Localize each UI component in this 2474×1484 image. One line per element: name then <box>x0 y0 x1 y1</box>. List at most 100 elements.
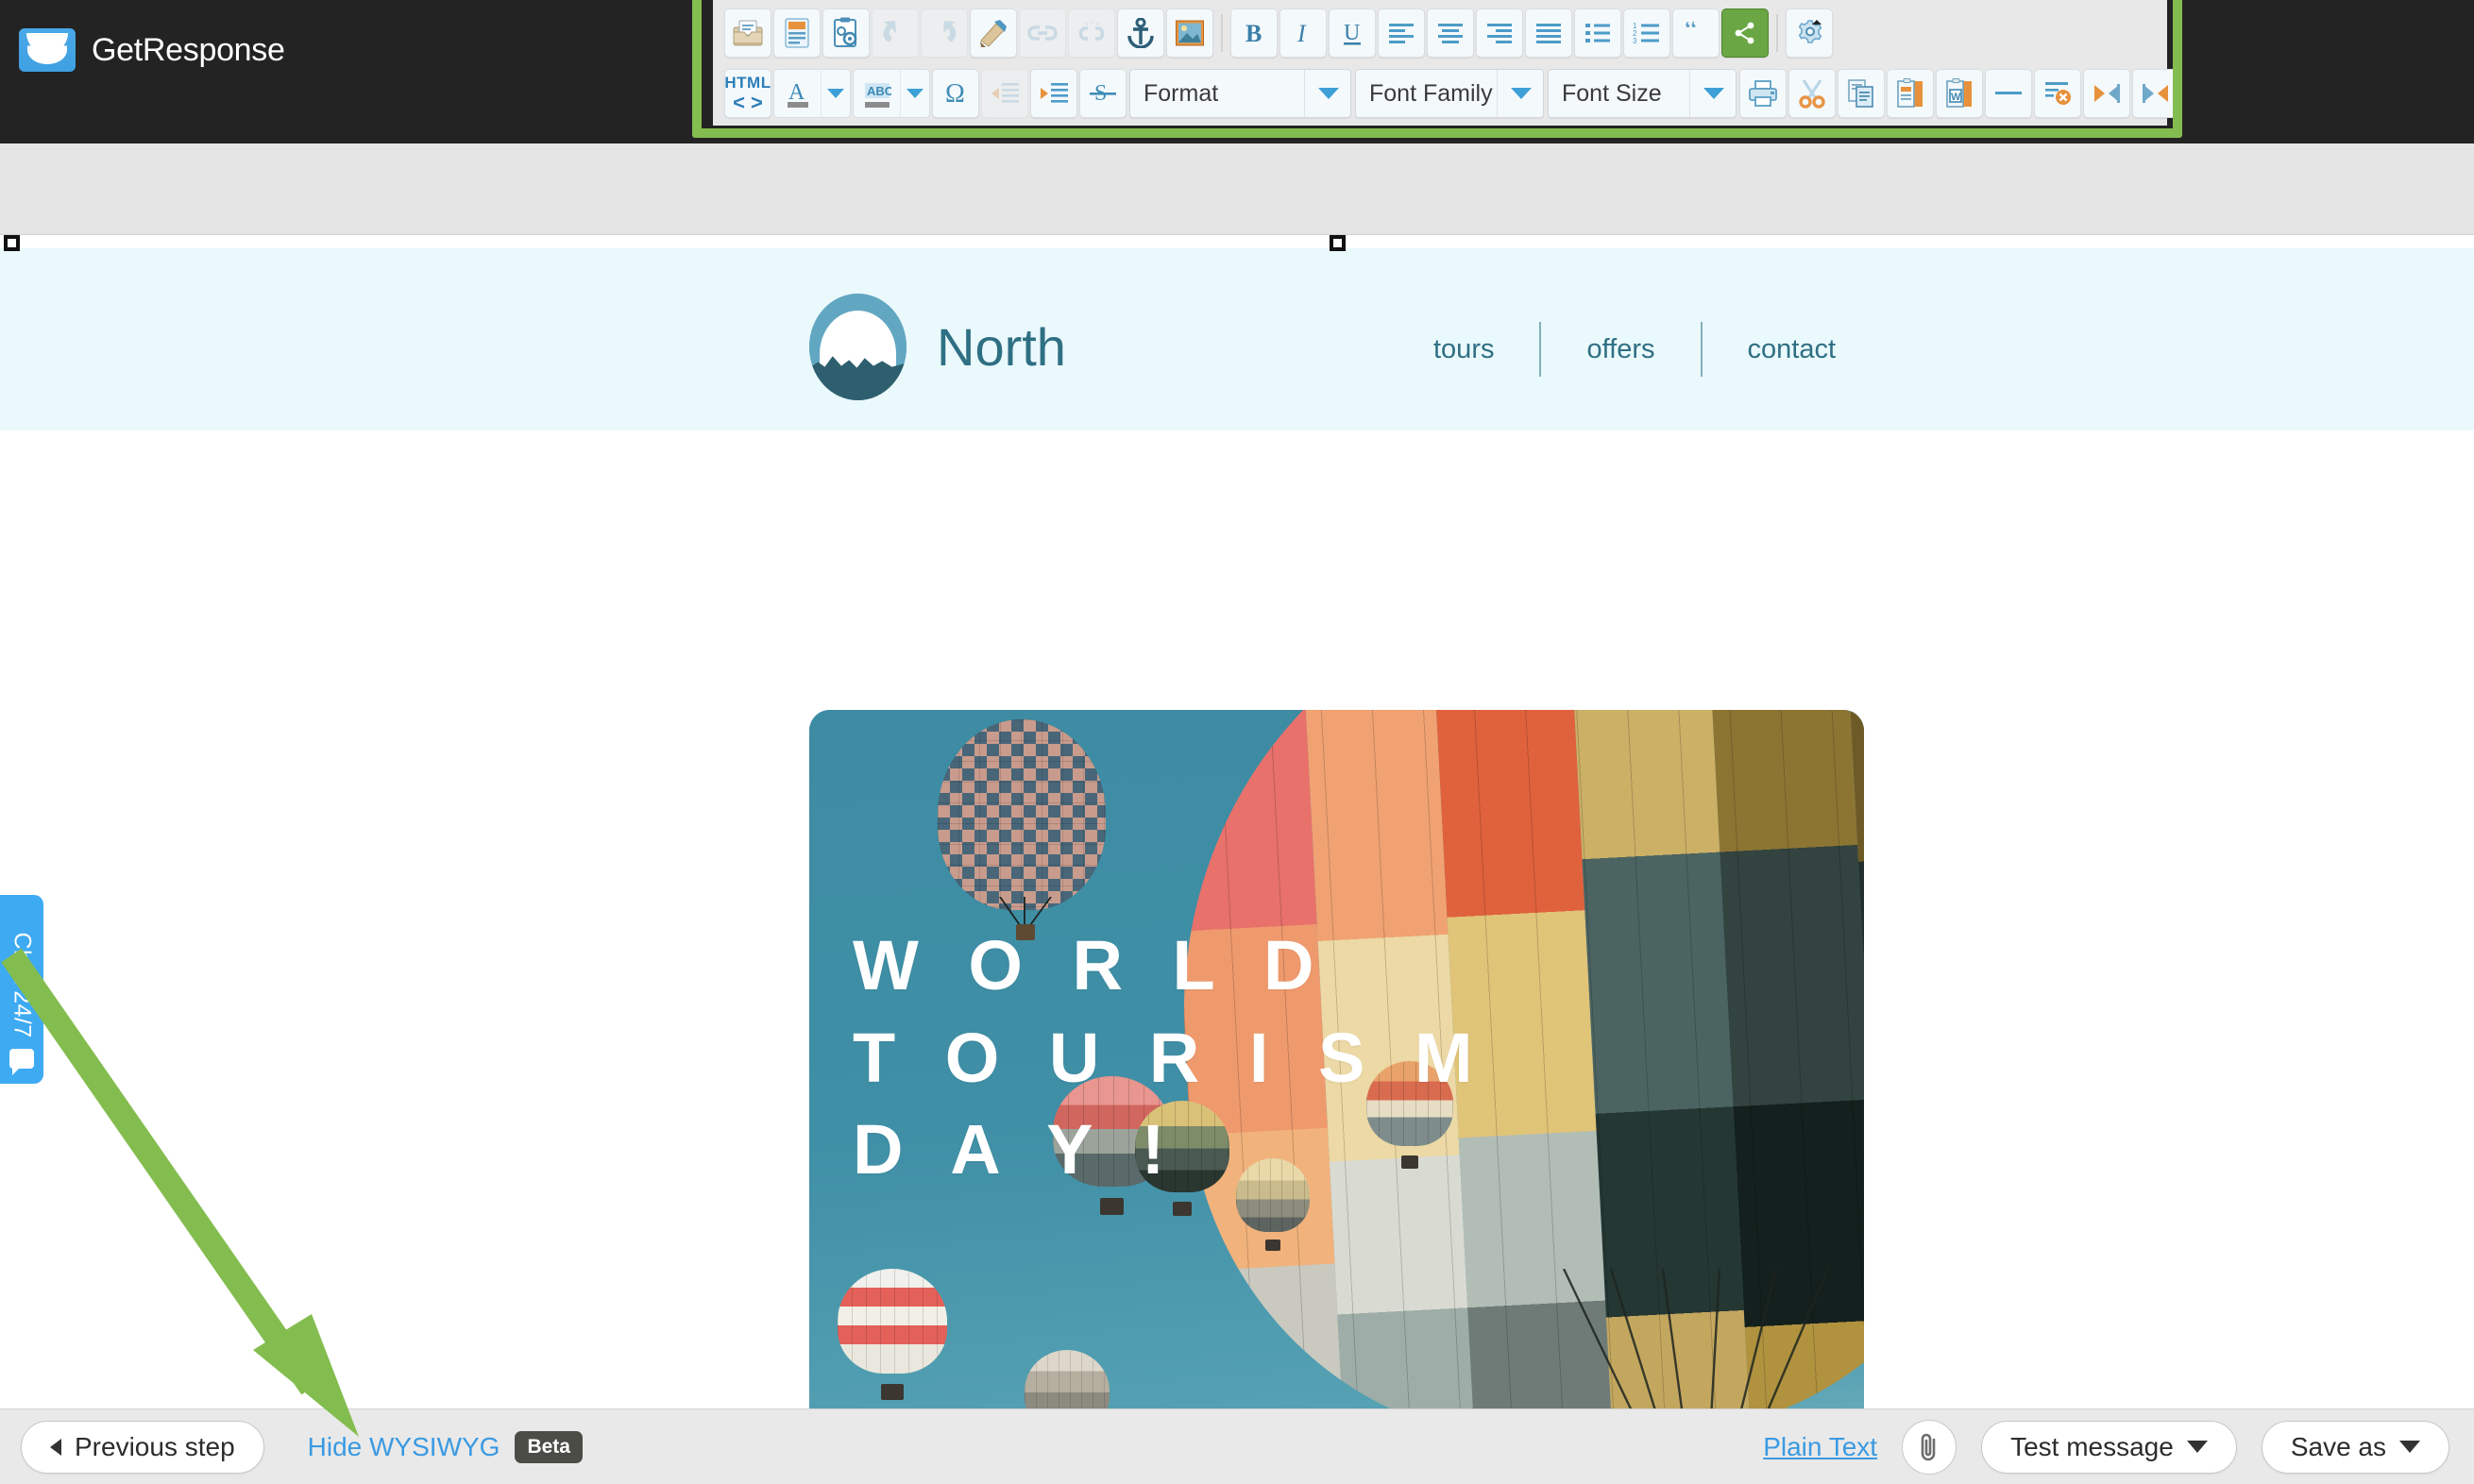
email-preview-canvas[interactable]: North tours offers contact <box>0 236 2474 1408</box>
hide-wysiwyg-link[interactable]: Hide WYSIWYG <box>308 1432 500 1462</box>
background-color-button[interactable]: ABC <box>853 69 930 118</box>
svg-text:A: A <box>788 80 805 105</box>
copy-icon[interactable] <box>1838 69 1885 118</box>
format-select[interactable]: Format <box>1129 69 1351 118</box>
remove-format-icon[interactable] <box>2034 69 2081 118</box>
toolbar-row-2: HTML < > A A <box>719 64 2161 123</box>
paste-icon[interactable] <box>1887 69 1934 118</box>
email-brand-title: North <box>937 316 1066 378</box>
toolbar-divider-2 <box>1776 14 1778 52</box>
font-family-select-arrow[interactable] <box>1497 70 1537 117</box>
format-select-value: Format <box>1144 80 1218 108</box>
chat-widget-tab[interactable]: Chat 24/7 <box>0 895 43 1084</box>
basket-1 <box>1100 1198 1124 1215</box>
plain-text-link[interactable]: Plain Text <box>1763 1432 1877 1462</box>
underline-button[interactable]: U <box>1329 8 1376 58</box>
redo-button[interactable] <box>921 8 968 58</box>
font-size-select-arrow[interactable] <box>1689 70 1730 117</box>
share-icon[interactable] <box>1721 8 1769 58</box>
font-family-select[interactable]: Font Family <box>1355 69 1544 118</box>
document-button[interactable] <box>773 8 821 58</box>
text-color-button[interactable]: A <box>773 69 851 118</box>
font-size-select[interactable]: Font Size <box>1548 69 1737 118</box>
align-right-icon[interactable] <box>1476 8 1523 58</box>
test-message-button[interactable]: Test message <box>1981 1421 2237 1474</box>
hero-line-3: D A Y ! <box>853 1104 1488 1196</box>
svg-text:Ω: Ω <box>945 79 965 109</box>
undo-button[interactable] <box>872 8 919 58</box>
nav-link-contact[interactable]: contact <box>1703 334 1882 365</box>
editor-grey-band <box>0 143 2474 235</box>
outdent-icon[interactable] <box>981 69 1028 118</box>
html-code-icon[interactable]: HTML < > <box>724 69 771 118</box>
strikethrough-icon[interactable]: S <box>1079 69 1127 118</box>
chat-bubble-icon <box>9 1049 34 1069</box>
font-size-select-value: Font Size <box>1562 80 1662 108</box>
svg-text:3: 3 <box>1633 37 1637 44</box>
text-direction-rtl-icon[interactable] <box>2132 69 2179 118</box>
templates-button[interactable] <box>724 8 771 58</box>
horizontal-rule-icon[interactable] <box>1985 69 2032 118</box>
bottom-action-bar: Previous step Hide WYSIWYG Beta Plain Te… <box>0 1408 2474 1484</box>
test-message-label: Test message <box>2010 1432 2174 1462</box>
background-color-dropdown[interactable] <box>900 69 930 118</box>
chevron-down-icon-save <box>2399 1441 2420 1453</box>
quote-icon[interactable]: “ <box>1672 8 1720 58</box>
paperclip-icon[interactable] <box>1902 1420 1957 1475</box>
italic-button[interactable]: I <box>1279 8 1327 58</box>
nav-link-tours[interactable]: tours <box>1388 334 1539 365</box>
selection-handle-top[interactable] <box>1330 235 1346 251</box>
nav-divider-1 <box>1539 322 1541 377</box>
hero-image[interactable]: W O R L D T O U R I S M D A Y ! <box>809 710 1864 1408</box>
previous-step-button[interactable]: Previous step <box>21 1421 264 1474</box>
svg-text:I: I <box>1296 20 1307 46</box>
svg-text:“: “ <box>1685 22 1697 44</box>
save-as-button[interactable]: Save as <box>2262 1421 2449 1474</box>
bulleted-list-icon[interactable] <box>1574 8 1621 58</box>
bold-button[interactable]: B <box>1230 8 1278 58</box>
indent-icon[interactable] <box>1030 69 1077 118</box>
paste-word-icon[interactable]: W <box>1936 69 1983 118</box>
document-props-button[interactable] <box>822 8 870 58</box>
anchor-icon[interactable] <box>1117 8 1164 58</box>
basket-4 <box>1265 1239 1280 1251</box>
editor-toolbar: B I U <box>713 0 2167 126</box>
brand-name: GetResponse <box>92 32 285 69</box>
email-header-block[interactable]: North tours offers contact <box>0 248 2474 430</box>
basket-2 <box>1173 1202 1192 1216</box>
text-direction-ltr-icon[interactable] <box>2083 69 2130 118</box>
balloon-checkered <box>938 719 1106 910</box>
beta-badge: Beta <box>515 1431 583 1463</box>
unlink-button[interactable] <box>1068 8 1115 58</box>
bottom-bar-right-group: Plain Text Test message Save as <box>1763 1420 2474 1475</box>
hide-wysiwyg-control[interactable]: Hide WYSIWYG Beta <box>308 1431 583 1463</box>
previous-step-label: Previous step <box>75 1432 235 1462</box>
email-brand: North <box>809 294 1066 400</box>
printer-icon[interactable] <box>1739 69 1787 118</box>
nav-link-offers[interactable]: offers <box>1541 334 1700 365</box>
format-select-arrow[interactable] <box>1304 70 1345 117</box>
app-root: GetResponse <box>0 0 2474 1484</box>
scissors-icon[interactable] <box>1788 69 1836 118</box>
basket-5 <box>881 1384 903 1400</box>
format-painter-button[interactable] <box>970 8 1017 58</box>
selection-handle-left[interactable] <box>4 235 20 251</box>
insert-link-button[interactable] <box>1019 8 1066 58</box>
image-icon[interactable] <box>1166 8 1213 58</box>
text-color-dropdown[interactable] <box>821 69 851 118</box>
align-justify-icon[interactable] <box>1525 8 1572 58</box>
save-as-label: Save as <box>2291 1432 2386 1462</box>
hero-line-1: W O R L D <box>853 919 1488 1012</box>
svg-text:W: W <box>1951 92 1961 103</box>
svg-text:U: U <box>1344 21 1360 45</box>
gear-icon[interactable] <box>1786 8 1833 58</box>
abc-highlight-icon[interactable]: ABC <box>853 69 900 118</box>
email-nav: tours offers contact <box>1388 322 1881 377</box>
text-color-a-icon[interactable]: A <box>773 69 821 118</box>
numbered-list-icon[interactable]: 1 2 3 <box>1623 8 1670 58</box>
align-left-icon[interactable] <box>1378 8 1425 58</box>
brand[interactable]: GetResponse <box>19 28 285 72</box>
chevron-down-icon-test <box>2187 1441 2208 1453</box>
align-center-icon[interactable] <box>1427 8 1474 58</box>
omega-icon[interactable]: Ω <box>932 69 979 118</box>
